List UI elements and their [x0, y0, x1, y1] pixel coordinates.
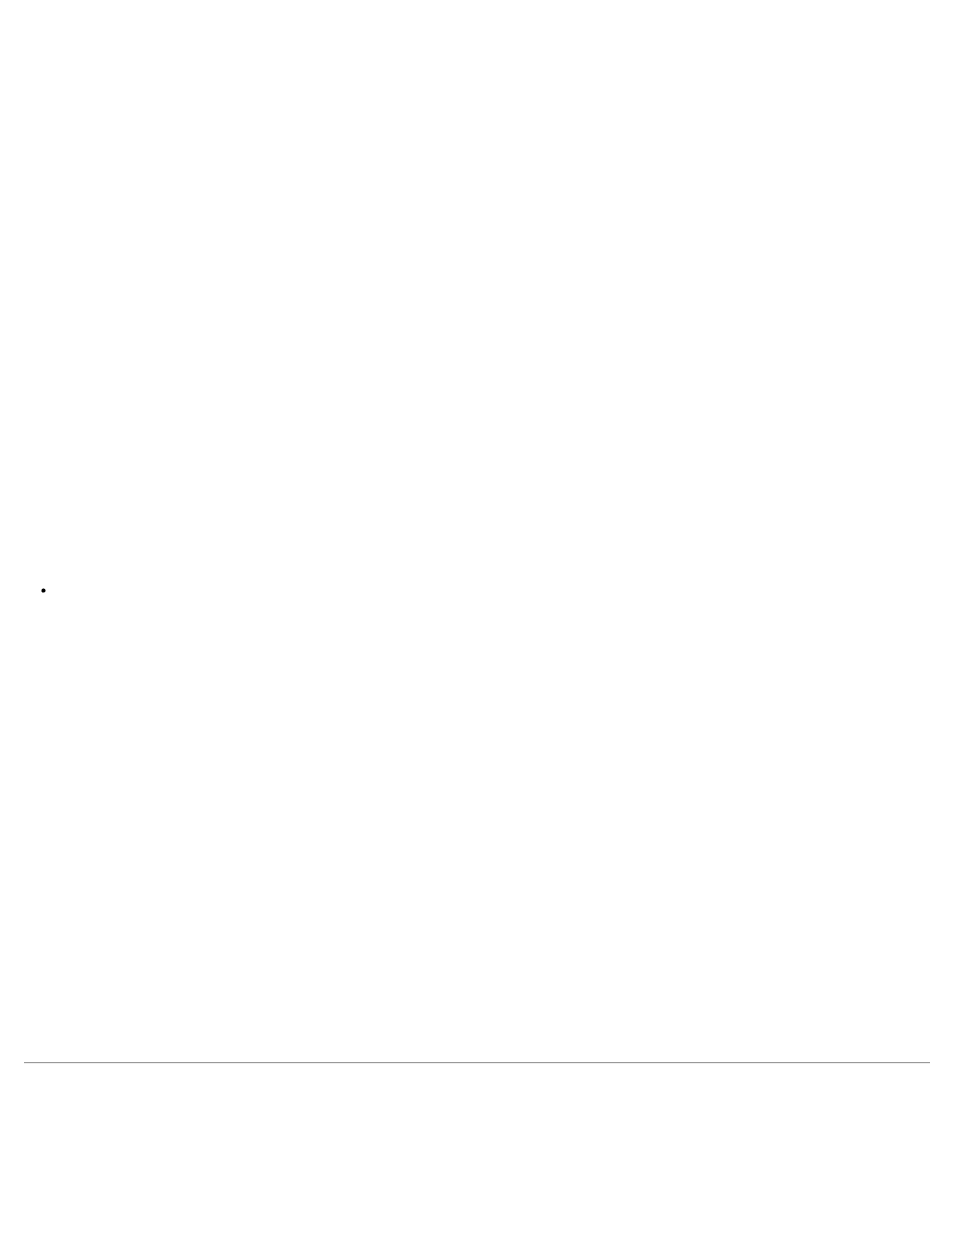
- horizontal-rule: [24, 1062, 930, 1064]
- divider-container: [24, 1062, 930, 1064]
- list-container: [40, 420, 55, 580]
